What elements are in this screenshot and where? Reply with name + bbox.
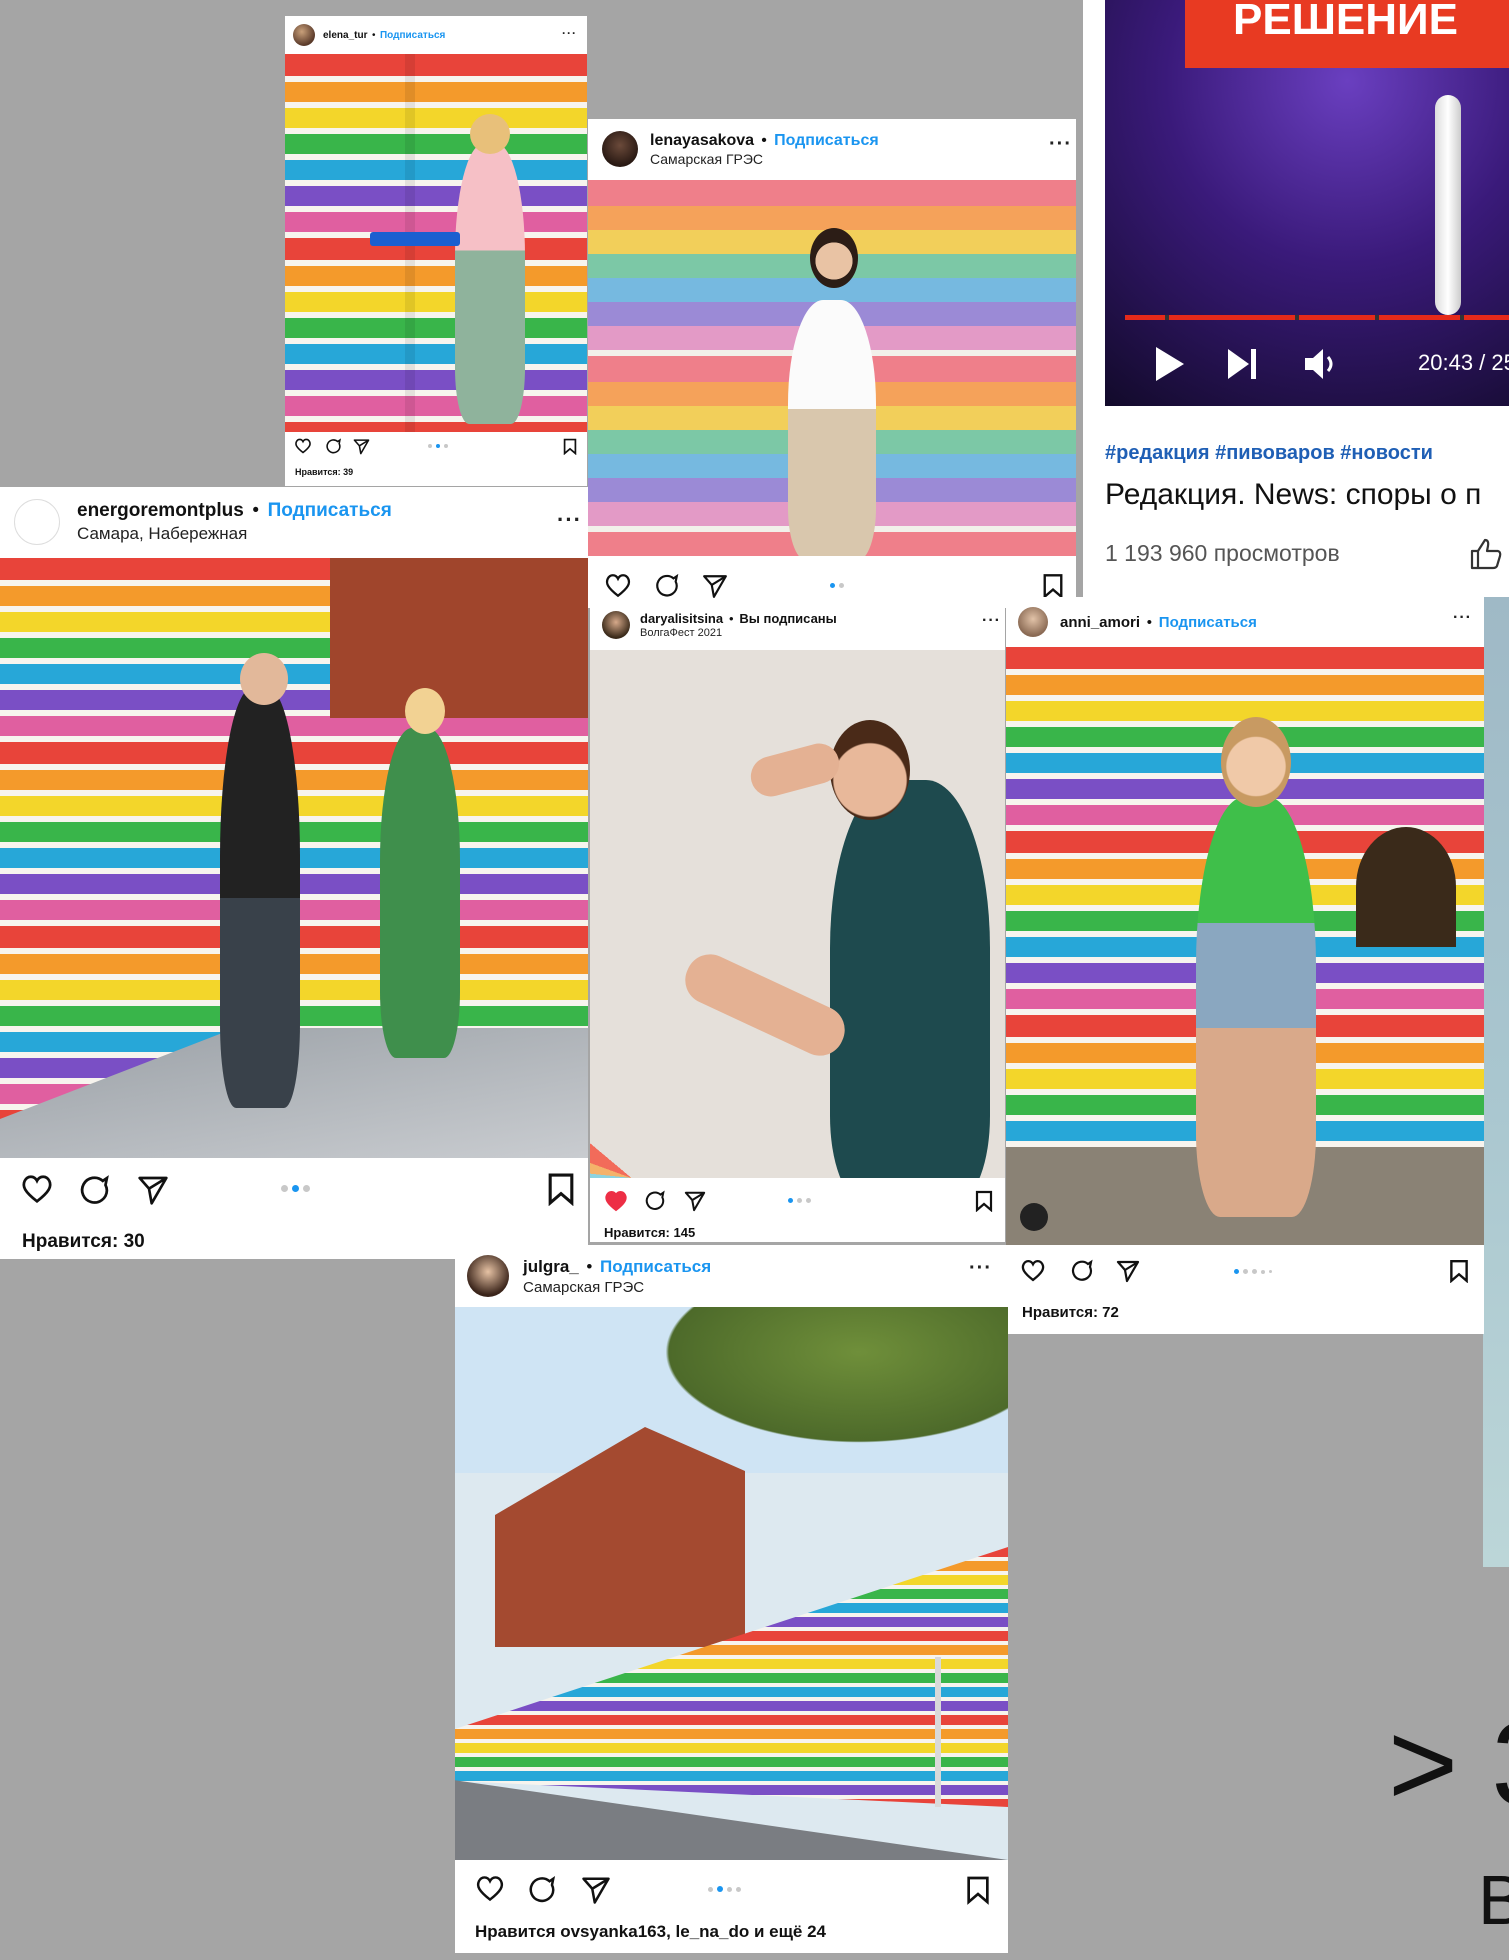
more-options-icon[interactable]: ···: [557, 507, 582, 533]
post-location[interactable]: Самарская ГРЭС: [650, 151, 879, 167]
video-player[interactable]: РЕШЕНИЕ 20:43 / 25:: [1105, 0, 1509, 406]
carousel-dots: [788, 1198, 811, 1203]
more-options-icon[interactable]: ···: [982, 612, 1001, 630]
likes-count[interactable]: Нравится: 39: [295, 467, 353, 477]
follow-button[interactable]: Подписаться: [380, 30, 445, 41]
comment-icon[interactable]: [78, 1174, 111, 1207]
overlay-small-text: В: [1478, 1861, 1509, 1939]
share-icon[interactable]: [353, 438, 370, 455]
follow-button[interactable]: Подписаться: [774, 132, 879, 150]
carousel-dots: [1234, 1269, 1272, 1274]
heart-icon[interactable]: [604, 573, 632, 598]
post-actions: [0, 1170, 588, 1210]
thumbs-up-icon[interactable]: [1469, 538, 1503, 570]
likes-count[interactable]: Нравится: 72: [1022, 1304, 1119, 1321]
avatar[interactable]: [602, 611, 630, 639]
post-location[interactable]: Самара, Набережная: [77, 524, 392, 544]
carousel-dots: [428, 444, 448, 448]
likes-count[interactable]: Нравится: 145: [604, 1225, 695, 1240]
video-hashtags[interactable]: #редакция #пивоваров #новости: [1105, 442, 1433, 465]
comment-icon[interactable]: [654, 573, 680, 599]
video-views: 1 193 960 просмотров: [1105, 540, 1340, 566]
heart-filled-icon[interactable]: [604, 1190, 628, 1212]
heart-icon[interactable]: [294, 438, 312, 454]
share-icon[interactable]: [702, 573, 728, 599]
post-card: anni_amori • Подписаться ··· Нравится: 7…: [1006, 597, 1484, 1334]
post-card: energoremontplus • Подписаться Самара, Н…: [0, 487, 588, 1259]
post-photo[interactable]: [455, 1307, 1008, 1860]
post-username[interactable]: anni_amori: [1060, 614, 1140, 631]
share-icon[interactable]: [1116, 1259, 1140, 1283]
post-actions: [285, 436, 587, 460]
post-actions: [1006, 1257, 1484, 1287]
avatar[interactable]: [1018, 607, 1048, 637]
bookmark-icon[interactable]: [547, 1172, 575, 1206]
avatar[interactable]: [14, 499, 60, 545]
post-actions: [455, 1873, 1008, 1907]
post-photo[interactable]: [1006, 647, 1484, 1245]
bookmark-icon[interactable]: [966, 1875, 990, 1905]
post-photo[interactable]: [0, 558, 588, 1158]
comment-icon[interactable]: [325, 438, 342, 455]
heart-icon[interactable]: [20, 1174, 54, 1204]
post-photo[interactable]: [285, 54, 587, 432]
comment-icon[interactable]: [527, 1875, 557, 1905]
bookmark-icon[interactable]: [1042, 573, 1064, 599]
more-options-icon[interactable]: ···: [969, 1257, 992, 1280]
post-actions: [590, 1188, 1005, 1218]
comment-icon[interactable]: [644, 1190, 666, 1212]
more-options-icon[interactable]: ···: [1453, 609, 1472, 627]
carousel-dots: [708, 1886, 741, 1892]
share-icon[interactable]: [137, 1174, 169, 1206]
likes-count[interactable]: Нравится: 30: [22, 1231, 145, 1253]
share-icon[interactable]: [684, 1190, 706, 1212]
comment-icon[interactable]: [1070, 1259, 1094, 1283]
video-banner: РЕШЕНИЕ: [1185, 0, 1509, 68]
bookmark-icon[interactable]: [975, 1190, 993, 1212]
post-card: lenayasakova • Подписаться Самарская ГРЭ…: [588, 119, 1076, 608]
carousel-dots: [281, 1185, 310, 1192]
more-options-icon[interactable]: ···: [1049, 133, 1072, 156]
follow-button[interactable]: Подписаться: [268, 500, 392, 522]
volume-icon[interactable]: [1303, 347, 1341, 381]
following-status[interactable]: Вы подписаны: [739, 611, 836, 626]
post-photo[interactable]: [590, 650, 1005, 1178]
bookmark-icon[interactable]: [1449, 1259, 1469, 1283]
video-time: 20:43 / 25:: [1418, 350, 1509, 375]
post-location[interactable]: ВолгаФест 2021: [640, 627, 837, 639]
share-icon[interactable]: [581, 1875, 611, 1905]
post-username[interactable]: lenayasakova: [650, 132, 754, 150]
carousel-dots: [830, 583, 844, 588]
heart-icon[interactable]: [475, 1875, 505, 1902]
post-location[interactable]: Самарская ГРЭС: [523, 1279, 711, 1296]
video-light-tube: [1435, 95, 1461, 315]
post-username[interactable]: daryalisitsina: [640, 611, 723, 626]
side-photo-strip: [1483, 597, 1509, 1567]
more-options-icon[interactable]: ···: [562, 26, 577, 40]
follow-button[interactable]: Подписаться: [600, 1257, 711, 1277]
bookmark-icon[interactable]: [563, 438, 577, 455]
post-username[interactable]: julgra_: [523, 1257, 579, 1277]
post-actions: [588, 571, 1076, 603]
video-progress-bar[interactable]: [1125, 315, 1509, 320]
heart-icon[interactable]: [1020, 1259, 1046, 1282]
post-username[interactable]: energoremontplus: [77, 500, 244, 522]
next-icon[interactable]: [1225, 347, 1259, 381]
post-username[interactable]: elena_tur: [323, 30, 367, 41]
likes-count[interactable]: Нравится ovsyanka163, le_na_do и ещё 24: [475, 1922, 826, 1942]
video-title[interactable]: Редакция. News: споры о п: [1105, 478, 1481, 512]
overlay-big-text: > 3: [1388, 1697, 1509, 1831]
avatar[interactable]: [467, 1255, 509, 1297]
play-icon[interactable]: [1153, 345, 1187, 383]
follow-button[interactable]: Подписаться: [1159, 614, 1257, 631]
post-card: elena_tur • Подписаться ··· Нравится: 39: [285, 16, 587, 486]
video-card: РЕШЕНИЕ 20:43 / 25: #редакция #пивоваров…: [1083, 0, 1509, 597]
post-photo[interactable]: [588, 180, 1076, 556]
post-card: julgra_ • Подписаться Самарская ГРЭС ···…: [455, 1245, 1008, 1953]
avatar[interactable]: [602, 131, 638, 167]
post-card: daryalisitsina • Вы подписаны ВолгаФест …: [590, 600, 1005, 1242]
avatar[interactable]: [293, 24, 315, 46]
